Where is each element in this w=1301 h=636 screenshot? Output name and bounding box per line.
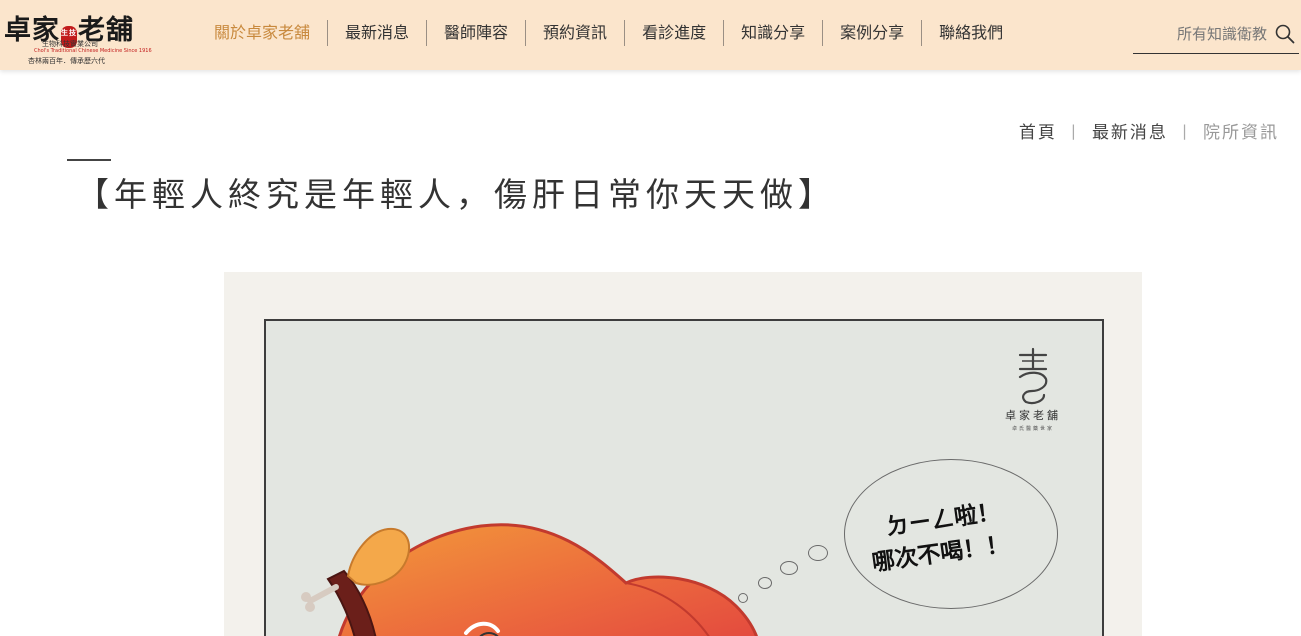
nav-item-contact[interactable]: 聯絡我們	[922, 20, 1020, 46]
search-input[interactable]	[1133, 21, 1267, 47]
nav-item-about[interactable]: 關於卓家老舖	[197, 20, 329, 46]
title-accent-rule	[67, 159, 111, 161]
breadcrumb-home[interactable]: 首頁	[1019, 118, 1057, 143]
breadcrumb: 首頁 | 最新消息 | 院所資訊	[1019, 118, 1279, 144]
nav-item-queue-progress[interactable]: 看診進度	[625, 20, 725, 46]
site-header: 卓家生技老舖 生物科技實業公司 Chol's Traditional Chine…	[0, 0, 1301, 70]
breadcrumb-separator: |	[1181, 121, 1189, 140]
thought-dot	[758, 577, 772, 589]
breadcrumb-current: 院所資訊	[1203, 123, 1279, 143]
nav-item-doctors[interactable]: 醫師陣容	[427, 20, 527, 46]
brand-subtitle: 卓氏醫藥世家	[1011, 426, 1054, 432]
thought-dot	[808, 545, 828, 561]
nav-item-knowledge[interactable]: 知識分享	[724, 20, 824, 46]
breadcrumb-news[interactable]: 最新消息	[1092, 118, 1168, 143]
thought-bubble: ㄉㄧㄥ啦！ 哪次不喝！！	[844, 459, 1058, 609]
main-nav: 關於卓家老舖 最新消息 醫師陣容 預約資訊 看診進度 知識分享 案例分享 聯絡我…	[197, 20, 1020, 46]
nav-item-cases[interactable]: 案例分享	[823, 20, 923, 46]
article-image: 卓家老舖 卓氏醫藥世家 ㄉㄧㄥ啦！ 哪次不喝！！	[224, 272, 1142, 636]
breadcrumb-separator: |	[1070, 121, 1078, 140]
search-box	[1133, 18, 1299, 54]
search-icon[interactable]	[1274, 23, 1296, 45]
brand-watermark: 卓家老舖 卓氏醫藥世家	[998, 347, 1068, 437]
brand-logo-icon	[1018, 347, 1048, 405]
site-logo[interactable]: 卓家生技老舖 生物科技實業公司 Chol's Traditional Chine…	[4, 6, 152, 66]
nav-item-news[interactable]: 最新消息	[328, 20, 428, 46]
thought-dot	[780, 561, 798, 575]
logo-slogan: 杏林兩百年．傳承歷六代	[28, 57, 105, 65]
page-title: 【年輕人終究是年輕人，傷肝日常你天天做】	[76, 175, 836, 214]
thought-dot	[738, 593, 748, 603]
brand-name: 卓家老舖	[1005, 409, 1061, 422]
nav-item-appointment[interactable]: 預約資訊	[526, 20, 626, 46]
logo-english-tagline: Chol's Traditional Chinese Medicine Sinc…	[34, 48, 152, 54]
illustration-frame: 卓家老舖 卓氏醫藥世家 ㄉㄧㄥ啦！ 哪次不喝！！	[264, 319, 1104, 636]
